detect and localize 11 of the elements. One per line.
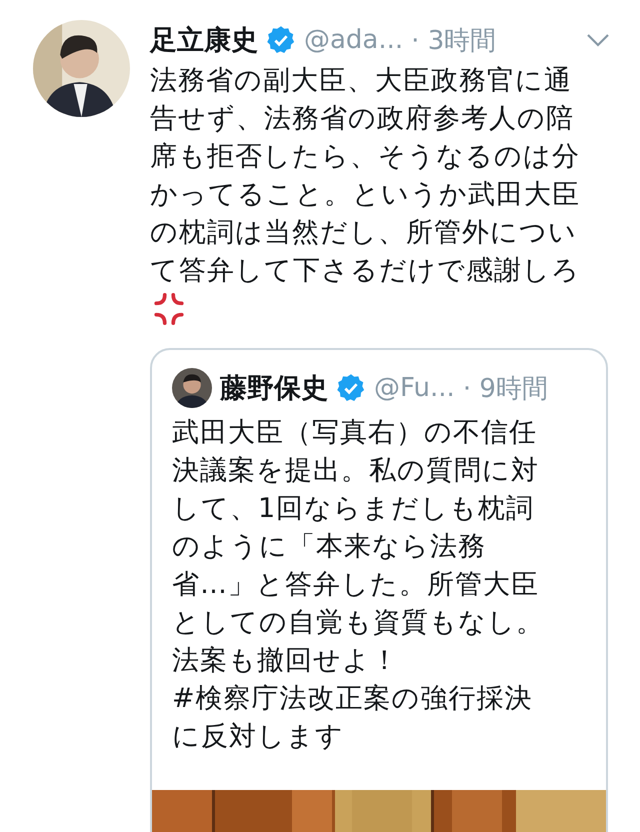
anger-symbol-icon bbox=[152, 292, 186, 326]
hashtag[interactable]: #検察庁法改正案の強行採決に反対します bbox=[152, 680, 577, 756]
user-handle: @Fu... bbox=[374, 373, 455, 403]
user-name[interactable]: 足立康史 bbox=[150, 22, 258, 58]
quoted-tweet-text: 武田大臣（写真右）の不信任決議案を提出。私の質問に対して、1回ならまだしも枕詞のように「本来なら法務省…」と答弁した。所管大臣としての自覚も資質もなし。法案も撤回せよ！ bbox=[171, 416, 545, 678]
tweet-text: 法務省の副大臣、大臣政務官に通告せず、法務省の政府参考人の陪席も拒否したら、そうなるのは分かってること。というか武田大臣の枕詞は当然だし、所管外について答弁して下さるだけで感謝しろ bbox=[150, 64, 581, 288]
timestamp: · 9時間 bbox=[462, 372, 548, 406]
chevron-down-icon[interactable] bbox=[586, 33, 610, 47]
user-name: 藤野保史 bbox=[220, 372, 328, 406]
avatar bbox=[172, 368, 212, 408]
quoted-tweet-card[interactable]: 藤野保史 @Fu... · 9時間 武田大臣（写真右）の不信任決議案を提出。私の質問に対して、1回ならまだしも枕詞のように「本来なら法務省…」と答弁した。所管大臣としての自覚も資質もなし。法案も撤回せよ！ #検察庁法改正案の強行採決に反対します bbox=[150, 348, 608, 832]
